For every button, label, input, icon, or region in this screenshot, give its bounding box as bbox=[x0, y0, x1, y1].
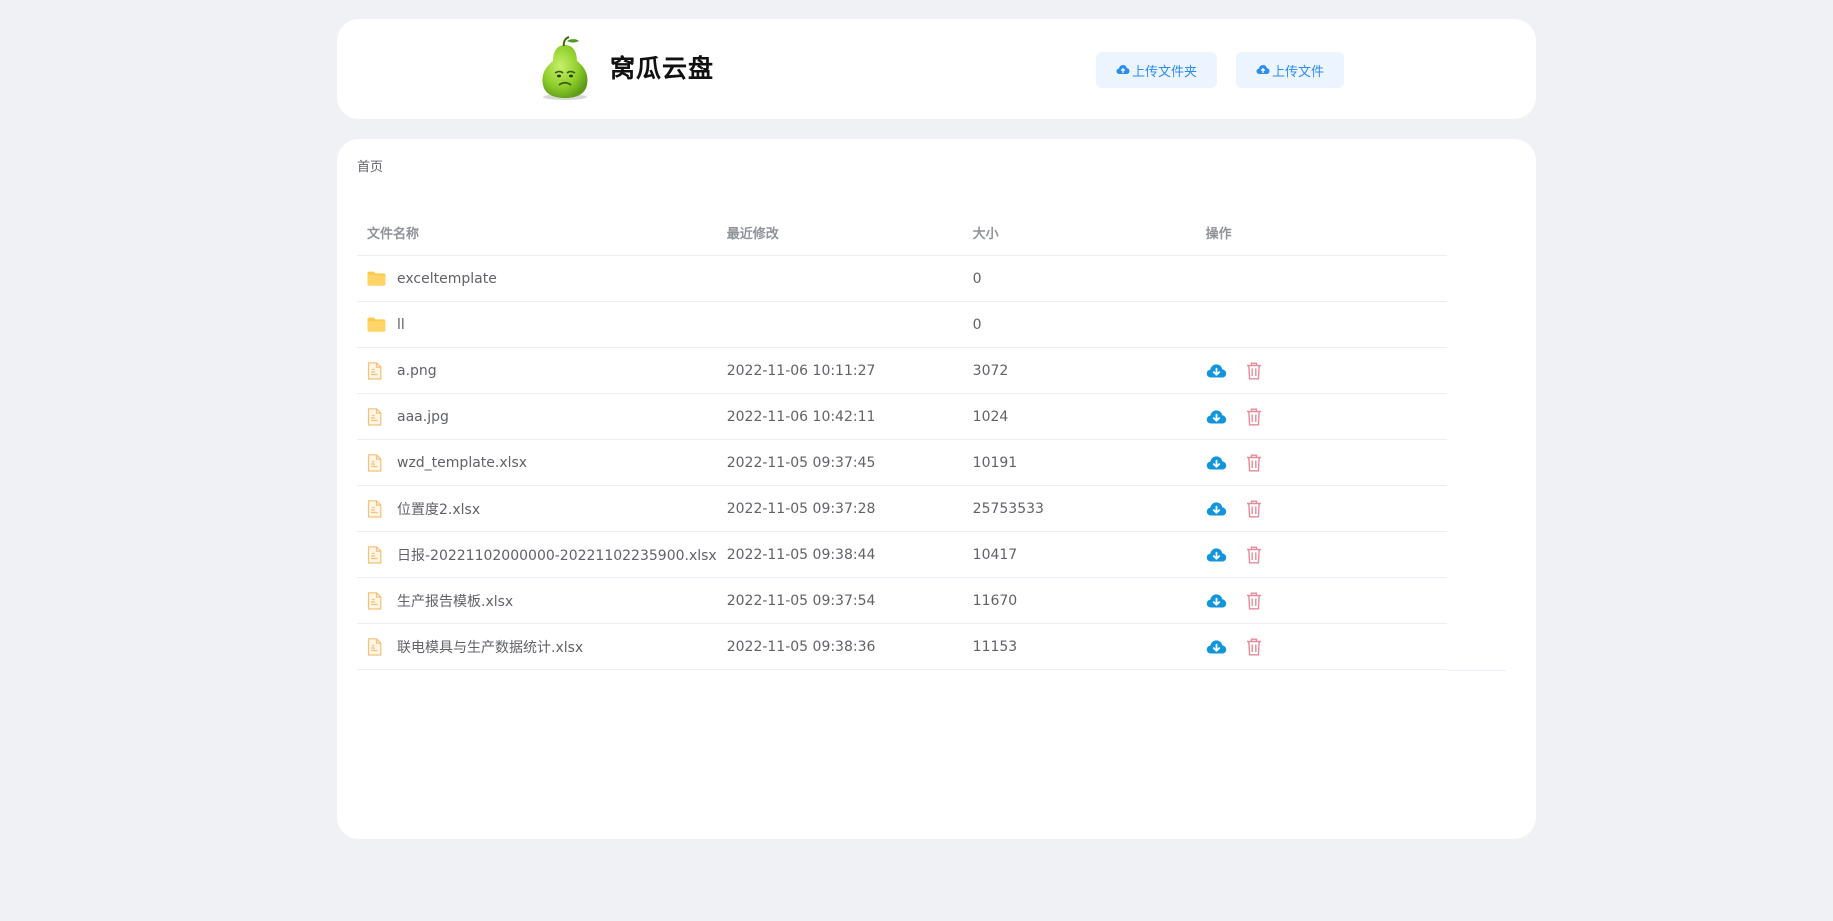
trash-icon[interactable] bbox=[1246, 454, 1262, 472]
modified-cell bbox=[716, 255, 963, 302]
trash-icon[interactable] bbox=[1246, 362, 1262, 380]
size-cell: 3072 bbox=[962, 347, 1196, 394]
file-name[interactable]: a.png bbox=[397, 363, 437, 379]
name-cell: 联电模具与生产数据统计.xlsx bbox=[357, 623, 717, 670]
folder-icon bbox=[367, 316, 387, 334]
download-icon[interactable] bbox=[1206, 501, 1227, 517]
download-icon[interactable] bbox=[1206, 363, 1227, 379]
name-cell: 日报-20221102000000-20221102235900.xlsx bbox=[357, 531, 717, 578]
size-cell: 10417 bbox=[962, 531, 1196, 578]
file-name[interactable]: wzd_template.xlsx bbox=[397, 455, 527, 471]
trash-icon[interactable] bbox=[1246, 408, 1262, 426]
upload-folder-label: 上传文件夹 bbox=[1131, 64, 1197, 80]
trash-icon[interactable] bbox=[1246, 500, 1262, 518]
file-name[interactable]: 日报-20221102000000-20221102235900.xlsx bbox=[397, 545, 717, 565]
modified-cell: 2022-11-05 09:38:36 bbox=[716, 623, 963, 670]
ops-cell bbox=[1195, 393, 1447, 440]
ops-cell bbox=[1195, 485, 1447, 532]
table-row[interactable]: 联电模具与生产数据统计.xlsx 2022-11-05 09:38:36 11153 bbox=[357, 623, 1447, 670]
file-icon bbox=[367, 361, 387, 380]
size-cell: 1024 bbox=[962, 393, 1196, 440]
header-size: 大小 bbox=[962, 209, 1196, 256]
file-icon bbox=[367, 637, 387, 656]
download-icon[interactable] bbox=[1206, 593, 1227, 609]
table-row[interactable]: 生产报告模板.xlsx 2022-11-05 09:37:54 11670 bbox=[357, 577, 1447, 624]
ops-cell bbox=[1195, 577, 1447, 624]
header-name: 文件名称 bbox=[357, 209, 717, 256]
file-name[interactable]: aaa.jpg bbox=[397, 409, 449, 425]
upload-file-label: 上传文件 bbox=[1271, 64, 1324, 80]
file-icon bbox=[367, 545, 387, 564]
upload-folder-button[interactable]: 上传文件夹 bbox=[1096, 52, 1217, 88]
folder-icon bbox=[367, 270, 387, 288]
trash-icon[interactable] bbox=[1246, 638, 1262, 656]
size-cell: 0 bbox=[962, 255, 1196, 302]
file-icon bbox=[367, 453, 387, 472]
table-row[interactable]: a.png 2022-11-06 10:11:27 3072 bbox=[357, 347, 1447, 394]
file-list-card: 首页 文件名称 最近修改 大小 操作 exceltemplate 0 ll 0 a.… bbox=[337, 139, 1536, 839]
table-header-row: 文件名称 最近修改 大小 操作 bbox=[357, 209, 1447, 256]
size-cell: 11153 bbox=[962, 623, 1196, 670]
modified-cell: 2022-11-05 09:37:54 bbox=[716, 577, 963, 624]
name-cell: ll bbox=[357, 301, 717, 348]
name-cell: aaa.jpg bbox=[357, 393, 717, 440]
breadcrumb-home[interactable]: 首页 bbox=[357, 156, 383, 175]
table-row[interactable]: ll 0 bbox=[357, 301, 1447, 348]
trash-icon[interactable] bbox=[1246, 546, 1262, 564]
size-cell: 11670 bbox=[962, 577, 1196, 624]
download-icon[interactable] bbox=[1206, 639, 1227, 655]
table-row[interactable]: 日报-20221102000000-20221102235900.xlsx 202… bbox=[357, 531, 1447, 578]
file-name[interactable]: 位置度2.xlsx bbox=[397, 499, 480, 519]
table-row[interactable]: exceltemplate 0 bbox=[357, 255, 1447, 302]
table-row[interactable]: aaa.jpg 2022-11-06 10:42:11 1024 bbox=[357, 393, 1447, 440]
table-row[interactable]: 位置度2.xlsx 2022-11-05 09:37:28 25753533 bbox=[357, 485, 1447, 532]
table-row[interactable]: wzd_template.xlsx 2022-11-05 09:37:45 1019… bbox=[357, 439, 1447, 486]
ops-cell bbox=[1195, 347, 1447, 394]
file-icon bbox=[367, 407, 387, 426]
header-ops: 操作 bbox=[1195, 209, 1447, 256]
ops-cell bbox=[1195, 623, 1447, 670]
modified-cell bbox=[716, 301, 963, 348]
name-cell: 生产报告模板.xlsx bbox=[357, 577, 717, 624]
download-icon[interactable] bbox=[1206, 455, 1227, 471]
ops-cell bbox=[1195, 439, 1447, 486]
ops-cell bbox=[1195, 531, 1447, 578]
name-cell: exceltemplate bbox=[357, 255, 717, 302]
name-cell: 位置度2.xlsx bbox=[357, 485, 717, 532]
modified-cell: 2022-11-05 09:37:45 bbox=[716, 439, 963, 486]
size-cell: 25753533 bbox=[962, 485, 1196, 532]
header-card: 窝瓜云盘 上传文件夹 上传文件 bbox=[337, 19, 1536, 119]
modified-cell: 2022-11-06 10:11:27 bbox=[716, 347, 963, 394]
modified-cell: 2022-11-05 09:38:44 bbox=[716, 531, 963, 578]
modified-cell: 2022-11-06 10:42:11 bbox=[716, 393, 963, 440]
download-icon[interactable] bbox=[1206, 547, 1227, 563]
file-name[interactable]: 生产报告模板.xlsx bbox=[397, 591, 513, 611]
app-title: 窝瓜云盘 bbox=[610, 54, 715, 83]
file-name[interactable]: ll bbox=[397, 317, 405, 333]
name-cell: a.png bbox=[357, 347, 717, 394]
divider bbox=[1447, 670, 1506, 671]
download-icon[interactable] bbox=[1206, 409, 1227, 425]
name-cell: wzd_template.xlsx bbox=[357, 439, 717, 486]
file-name[interactable]: exceltemplate bbox=[397, 271, 497, 287]
pear-mascot-icon bbox=[542, 36, 588, 100]
file-name[interactable]: 联电模具与生产数据统计.xlsx bbox=[397, 637, 583, 657]
upload-file-button[interactable]: 上传文件 bbox=[1236, 52, 1344, 88]
size-cell: 0 bbox=[962, 301, 1196, 348]
file-table: 文件名称 最近修改 大小 操作 exceltemplate 0 ll 0 a.png… bbox=[357, 209, 1447, 670]
modified-cell: 2022-11-05 09:37:28 bbox=[716, 485, 963, 532]
ops-cell bbox=[1195, 255, 1447, 302]
ops-cell bbox=[1195, 301, 1447, 348]
file-icon bbox=[367, 499, 387, 518]
size-cell: 10191 bbox=[962, 439, 1196, 486]
trash-icon[interactable] bbox=[1246, 592, 1262, 610]
file-icon bbox=[367, 591, 387, 610]
header-modified: 最近修改 bbox=[716, 209, 963, 256]
cloud-upload-icon bbox=[1256, 65, 1270, 74]
cloud-upload-icon bbox=[1116, 65, 1130, 74]
